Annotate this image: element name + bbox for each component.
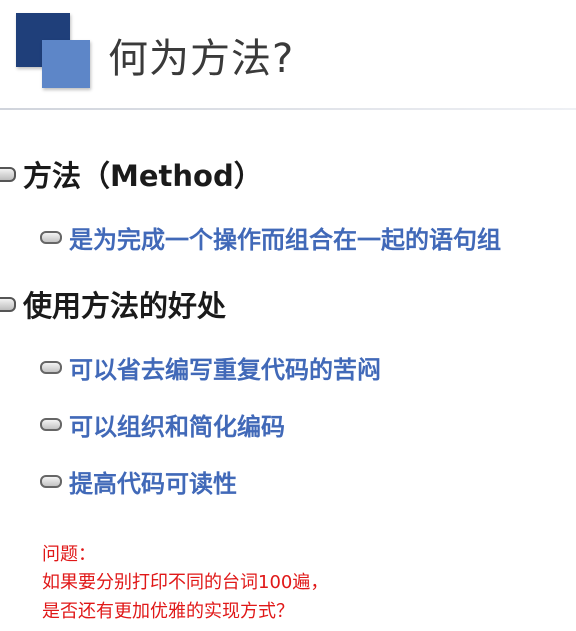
note-line-1: 问题： — [42, 544, 96, 565]
sub-bullet-definition: 是为完成一个操作而组合在一起的语句组 — [40, 220, 501, 255]
sub-bullet-label: 提高代码可读性 — [69, 470, 237, 498]
sub-bullet-label: 是为完成一个操作而组合在一起的语句组 — [69, 226, 501, 254]
slide-logo — [16, 13, 94, 91]
sub-bullet-benefit-2: 可以组织和简化编码 — [40, 407, 285, 442]
sub-bullet-benefit-3: 提高代码可读性 — [40, 464, 237, 499]
bullet-pill-icon — [40, 361, 62, 374]
note-line-3: 是否还有更加优雅的实现方式？ — [42, 601, 294, 622]
bullet-pill-icon — [40, 418, 62, 431]
note-line-2: 如果要分别打印不同的台词100遍， — [42, 572, 329, 593]
bullet-pill-icon — [40, 231, 62, 244]
bullet-label: 方法（Method） — [23, 159, 263, 193]
bullet-label: 使用方法的好处 — [23, 289, 227, 323]
sub-bullet-label: 可以省去编写重复代码的苦闷 — [69, 356, 381, 384]
sub-bullet-label: 可以组织和简化编码 — [69, 413, 285, 441]
title-divider — [0, 108, 576, 110]
bullet-pill-icon — [40, 475, 62, 488]
bullet-method: 方法（Method） — [0, 153, 263, 195]
logo-light-square — [42, 40, 90, 88]
slide: 何为方法? 方法（Method） 是为完成一个操作而组合在一起的语句组 使用方法… — [0, 0, 576, 631]
bullet-pill-icon — [0, 296, 16, 312]
sub-bullet-benefit-1: 可以省去编写重复代码的苦闷 — [40, 350, 381, 385]
slide-title: 何为方法? — [108, 36, 295, 82]
bullet-benefits: 使用方法的好处 — [0, 283, 226, 325]
bullet-pill-icon — [0, 166, 16, 182]
